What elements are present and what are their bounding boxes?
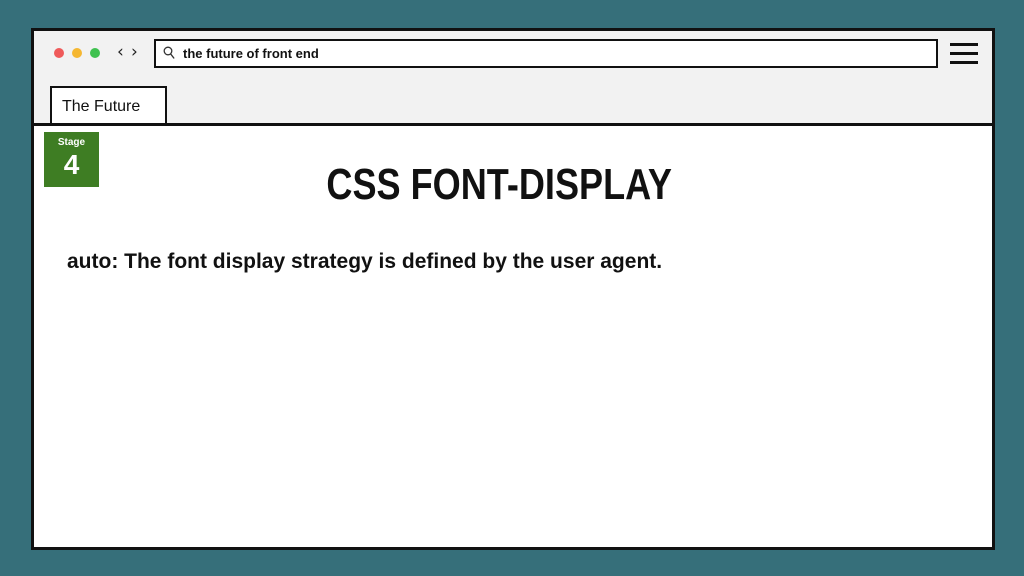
browser-toolbar: ‹ › the future of front end The Future bbox=[34, 31, 992, 126]
tab-the-future[interactable]: The Future bbox=[50, 86, 167, 123]
address-input[interactable]: the future of front end bbox=[183, 45, 319, 62]
close-window-button[interactable] bbox=[54, 48, 64, 58]
font-display-description: auto: The font display strategy is defin… bbox=[67, 250, 663, 273]
stage-badge: Stage 4 bbox=[44, 132, 99, 187]
maximize-window-button[interactable] bbox=[90, 48, 100, 58]
search-icon bbox=[163, 46, 175, 59]
stage-label: Stage bbox=[57, 137, 86, 148]
minimize-window-button[interactable] bbox=[72, 48, 82, 58]
stage-number: 4 bbox=[63, 149, 80, 180]
address-bar[interactable]: the future of front end bbox=[154, 39, 938, 68]
chevron-left-icon[interactable]: ‹ bbox=[117, 42, 124, 62]
chevron-right-icon[interactable]: › bbox=[131, 42, 138, 62]
tab-label: The Future bbox=[62, 98, 141, 115]
hamburger-menu-icon[interactable] bbox=[950, 43, 978, 65]
page-title: CSS FONT-DISPLAY bbox=[326, 160, 672, 209]
browser-window: ‹ › the future of front end The Future S… bbox=[31, 28, 995, 550]
